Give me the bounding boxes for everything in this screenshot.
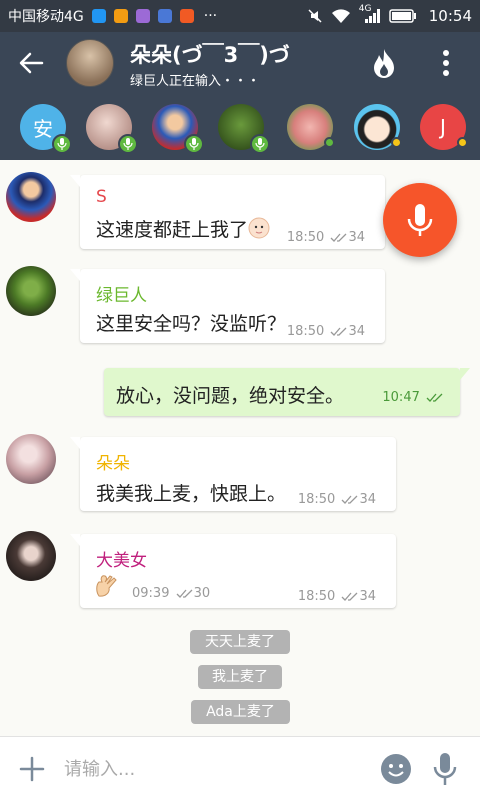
read-count: 34	[359, 589, 376, 604]
weibo-notification-icon	[113, 9, 128, 23]
more-notifications-icon: ···	[203, 8, 218, 24]
sender-avatar[interactable]	[6, 531, 56, 581]
message-time: 18:50	[286, 230, 325, 245]
read-receipt-icon	[426, 393, 443, 402]
message-text: 放心，没问题，绝对安全。	[116, 385, 345, 407]
sender-avatar[interactable]	[6, 172, 56, 222]
app-notification-icon	[91, 9, 106, 23]
mic-on-icon	[52, 134, 72, 154]
read-receipt-icon	[341, 495, 358, 504]
typing-status: 绿巨人正在输入・・・	[130, 74, 261, 89]
participant-avatar[interactable]	[287, 104, 335, 150]
plus-icon[interactable]	[18, 755, 46, 783]
message-bubble[interactable]: S 这速度都赶上我了 18:50 34	[70, 175, 385, 249]
carrier-name: 中国移动4G	[8, 9, 84, 25]
read-count: 34	[348, 230, 365, 245]
message-meta: 18:50 34	[298, 492, 376, 507]
sender-name: 朵朵	[96, 454, 130, 474]
message-time: 10:47	[382, 390, 420, 405]
read-count: 34	[359, 492, 376, 507]
participant-avatar[interactable]: 安	[20, 104, 72, 154]
chat-avatar[interactable]	[66, 39, 114, 87]
online-status-icon	[324, 137, 335, 148]
message-input[interactable]	[64, 755, 364, 783]
read-receipt-icon	[330, 327, 347, 336]
read-count: 34	[348, 324, 365, 339]
system-message: Ada上麦了	[191, 700, 290, 724]
participant-bar: 安 J	[0, 94, 480, 160]
message-text: 这速度都赶上我了	[96, 215, 270, 242]
message-time: 18:50	[297, 589, 336, 604]
read-receipt-icon	[330, 233, 347, 242]
message-text: 这里安全吗？没监听？	[96, 313, 287, 335]
participant-avatar[interactable]: J	[420, 104, 468, 150]
microphone-icon	[407, 204, 433, 236]
sender-name: 绿巨人	[96, 286, 147, 306]
mic-on-icon	[184, 134, 204, 154]
app-notification-icon	[179, 9, 194, 23]
participant-avatar[interactable]	[152, 104, 204, 154]
emoji-meta: 09:39 30	[132, 586, 210, 601]
signal-icon	[364, 9, 380, 23]
message-input-bar	[0, 736, 480, 800]
message-time: 09:39	[132, 586, 170, 601]
my-message-bubble[interactable]: 放心，没问题，绝对安全。 10:47	[104, 368, 470, 416]
read-receipt-icon	[341, 592, 358, 601]
mute-icon	[308, 9, 322, 23]
emoji-icon[interactable]	[380, 753, 412, 785]
away-status-icon	[391, 137, 402, 148]
participant-avatar[interactable]	[354, 104, 402, 150]
battery-icon	[389, 9, 416, 23]
participant-avatar[interactable]	[86, 104, 138, 154]
message-meta: 10:47	[382, 390, 444, 405]
participant-initial: 安	[33, 116, 53, 141]
voice-mic-button[interactable]	[383, 183, 457, 257]
message-meta: 18:50 34	[287, 324, 365, 339]
app-notification-icon	[157, 9, 172, 23]
gallery-notification-icon	[135, 9, 150, 23]
away-status-icon	[457, 137, 468, 148]
read-receipt-icon	[176, 589, 193, 598]
chat-header: 朵朵(づ￣3￣)づ 绿巨人正在输入・・・	[0, 32, 480, 94]
sender-name: 大美女	[96, 551, 147, 571]
mic-on-icon	[250, 134, 270, 154]
more-options-icon[interactable]	[436, 48, 456, 78]
sender-avatar[interactable]	[6, 266, 56, 316]
status-bar: 中国移动4G ··· 4G 10:54	[0, 0, 480, 32]
chat-title: 朵朵(づ￣3￣)づ	[130, 43, 290, 67]
message-bubble[interactable]: 大美女 09:39 30 18:50 34	[70, 534, 396, 608]
read-count: 30	[193, 586, 211, 601]
message-meta: 18:50 34	[298, 589, 376, 604]
sender-avatar[interactable]	[6, 434, 56, 484]
ok-hand-icon	[96, 575, 117, 597]
message-time: 18:50	[297, 492, 336, 507]
message-text: 我美我上麦，快跟上。	[96, 483, 287, 505]
message-bubble[interactable]: 朵朵 我美我上麦，快跟上。 18:50 34	[70, 437, 396, 511]
wifi-icon	[331, 9, 350, 23]
back-arrow-icon[interactable]	[16, 48, 46, 78]
clock: 10:54	[428, 7, 472, 25]
message-meta: 18:50 34	[287, 230, 365, 245]
participant-initial: J	[440, 115, 446, 139]
baby-face-icon	[248, 217, 270, 239]
sender-name: S	[96, 187, 107, 207]
message-time: 18:50	[286, 324, 325, 339]
fire-icon[interactable]	[370, 48, 398, 80]
system-message: 我上麦了	[198, 665, 282, 689]
message-bubble[interactable]: 绿巨人 这里安全吗？没监听？ 18:50 34	[70, 269, 385, 343]
mic-on-icon	[118, 134, 138, 154]
participant-avatar[interactable]	[218, 104, 270, 154]
voice-input-icon[interactable]	[432, 751, 458, 787]
system-message: 天天上麦了	[190, 630, 290, 654]
